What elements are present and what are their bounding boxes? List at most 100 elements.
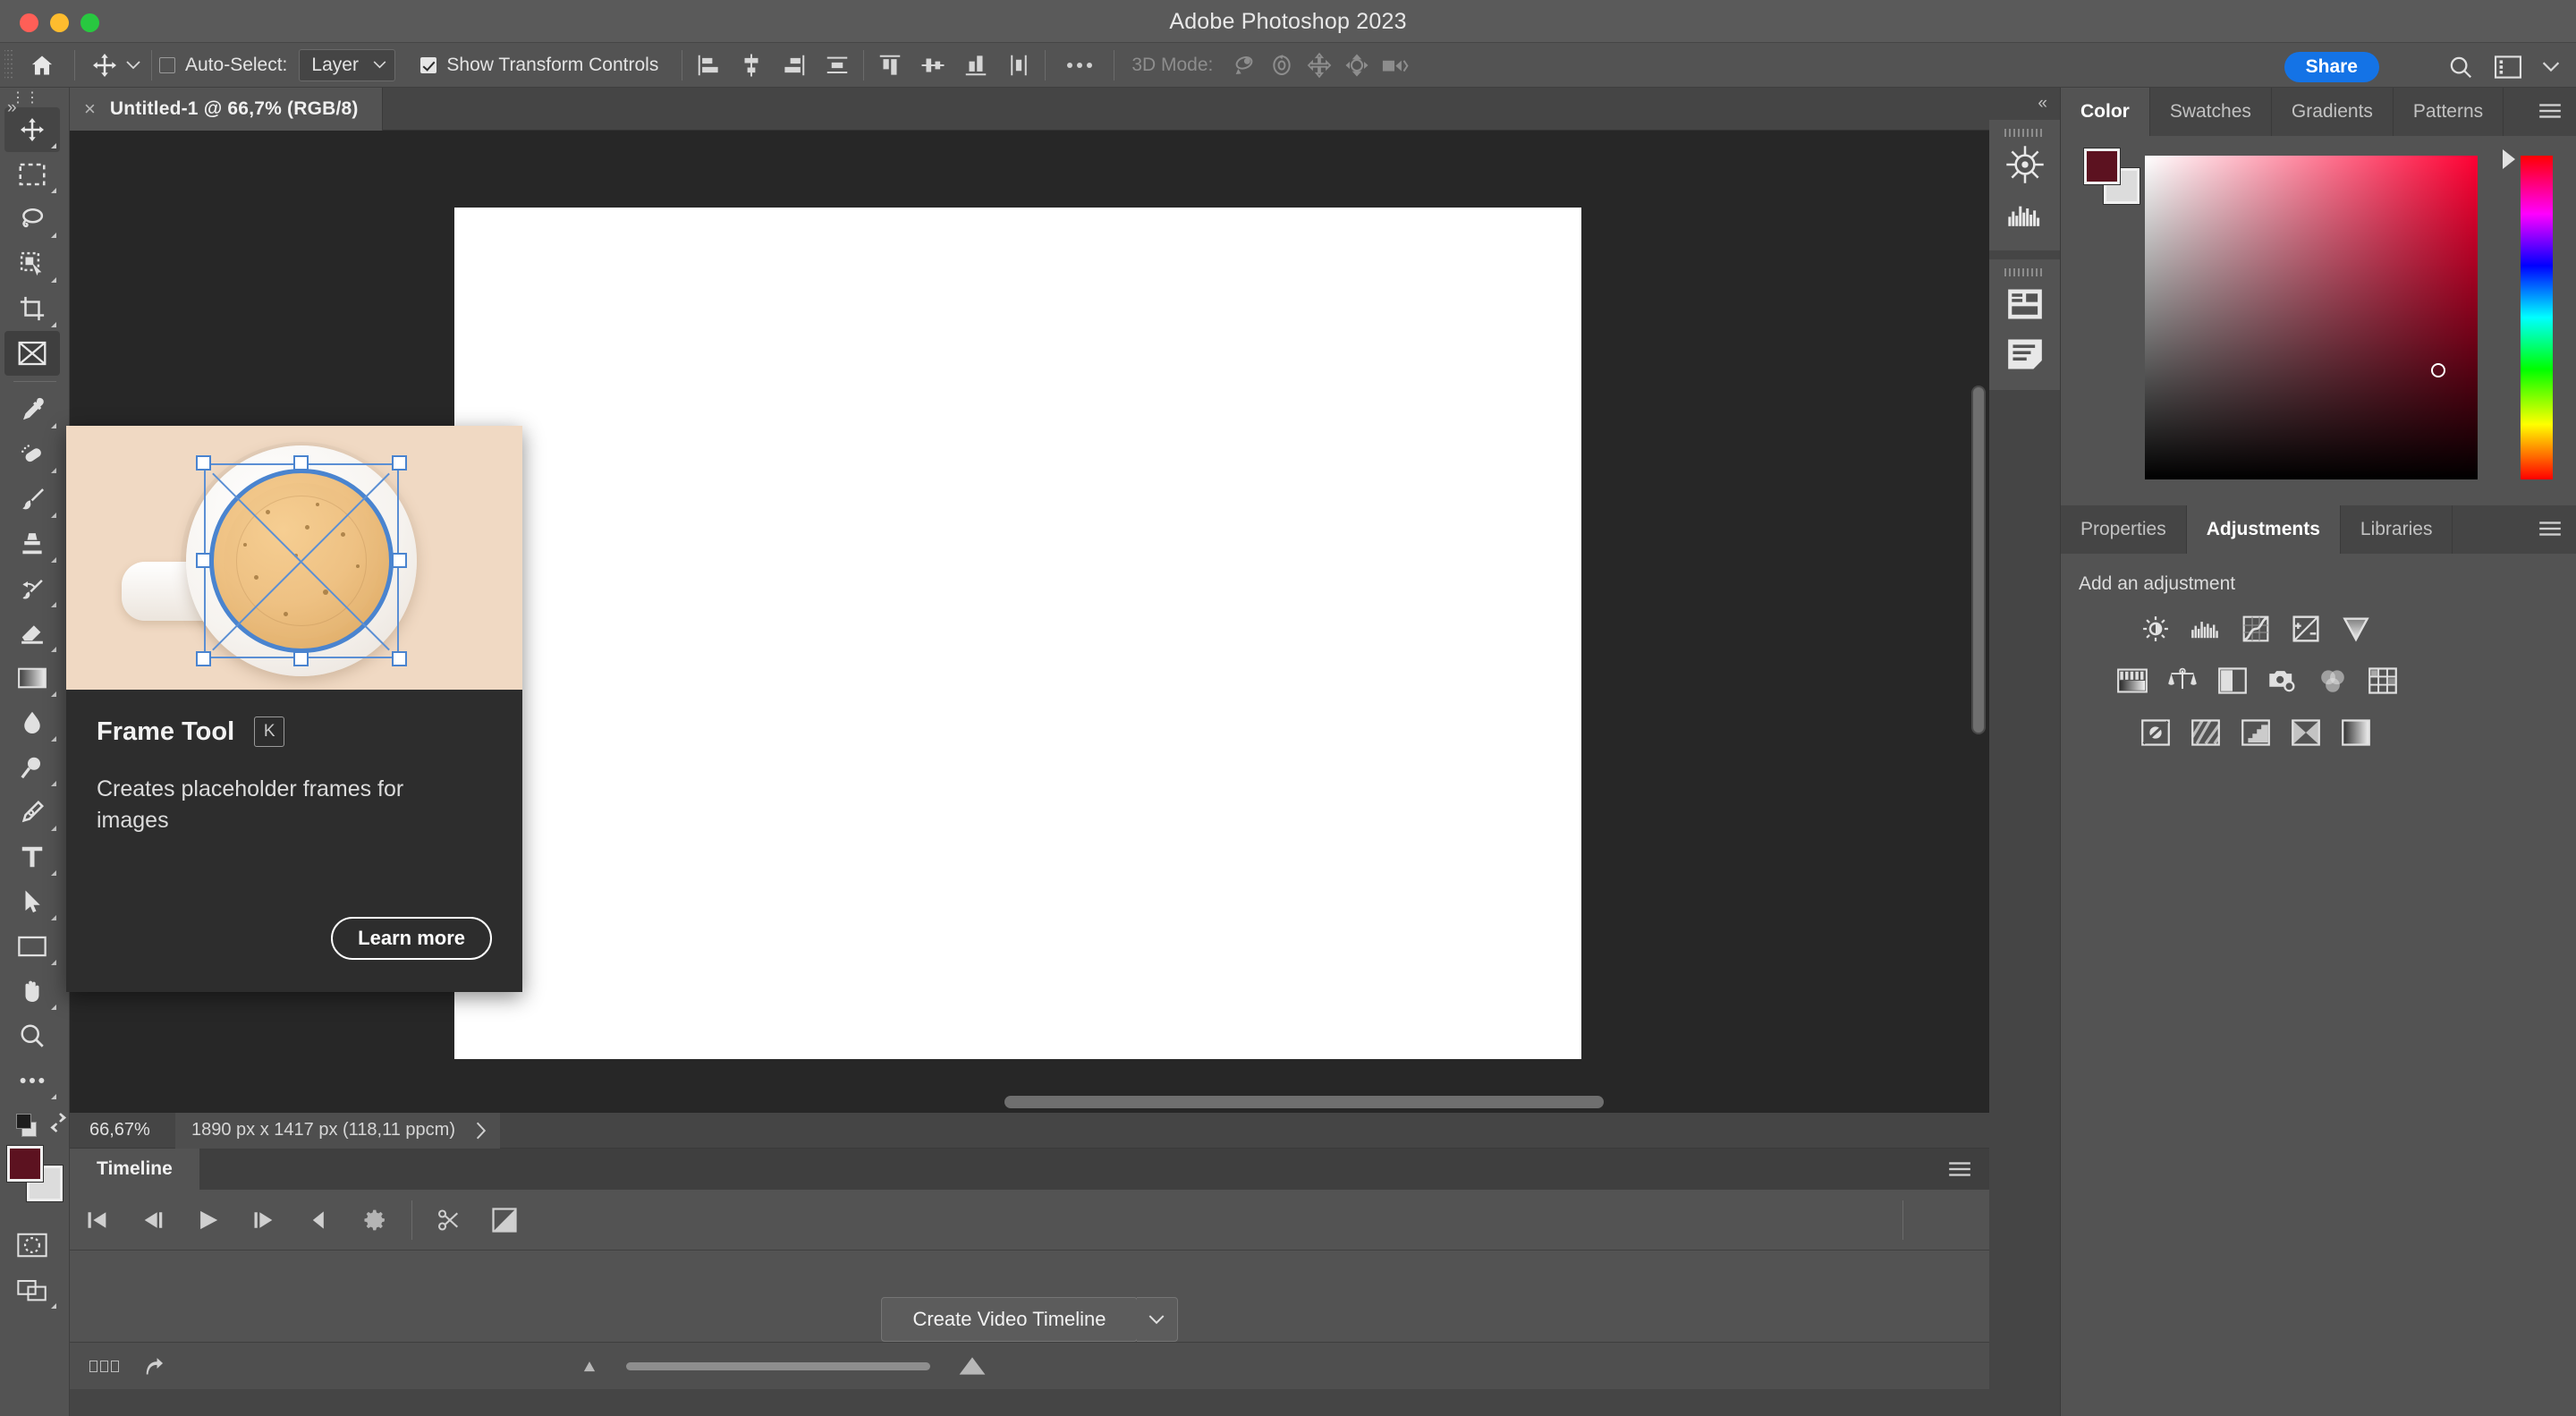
- select-previous-frame-button[interactable]: [125, 1190, 181, 1251]
- color-wheel-button[interactable]: [1989, 140, 2061, 190]
- options-bar-grip[interactable]: [4, 49, 13, 81]
- sidebar-item-object-selection-tool[interactable]: [4, 242, 60, 286]
- home-screen-button[interactable]: [17, 46, 67, 85]
- camera-3d-button[interactable]: [1376, 47, 1413, 84]
- search-icon[interactable]: [2447, 54, 2474, 81]
- show-transform-controls-checkbox[interactable]: [420, 56, 437, 73]
- curves-button[interactable]: [2238, 611, 2274, 647]
- slide-3d-button[interactable]: [1338, 47, 1376, 84]
- sidebar-item-history-brush-tool[interactable]: [4, 566, 60, 611]
- transform-handle[interactable]: [293, 651, 309, 666]
- sidebar-item-clone-stamp-tool[interactable]: [4, 521, 60, 566]
- sidebar-item-blur-tool[interactable]: [4, 700, 60, 745]
- canvas-horizontal-scrollbar[interactable]: [1004, 1096, 1604, 1108]
- sidebar-item-zoom-tool[interactable]: [4, 1013, 60, 1058]
- color-field-picker[interactable]: [2145, 156, 2478, 479]
- collapse-panel-icon[interactable]: »: [7, 98, 17, 118]
- align-horizontal-centers-button[interactable]: [733, 47, 770, 84]
- transform-handle[interactable]: [196, 553, 211, 568]
- color-balance-button[interactable]: [2165, 663, 2200, 699]
- close-icon[interactable]: ×: [84, 99, 96, 119]
- hue-saturation-button[interactable]: [2114, 663, 2150, 699]
- chevron-down-icon[interactable]: [2542, 62, 2560, 72]
- create-timeline-dropdown-button[interactable]: [1136, 1297, 1178, 1342]
- pan-3d-button[interactable]: [1301, 47, 1338, 84]
- render-video-icon[interactable]: [142, 1354, 165, 1378]
- timeline-settings-button[interactable]: [347, 1190, 402, 1251]
- timeline-zoom-slider[interactable]: [626, 1361, 930, 1370]
- tab-swatches[interactable]: Swatches: [2150, 88, 2272, 136]
- zoom-out-small-icon[interactable]: [580, 1358, 599, 1374]
- threshold-button[interactable]: [2238, 715, 2274, 750]
- exposure-button[interactable]: [2288, 611, 2324, 647]
- color-field-cursor[interactable]: [2431, 363, 2445, 377]
- hue-slider[interactable]: [2521, 156, 2553, 479]
- sidebar-item-edit-toolbar[interactable]: [4, 1058, 60, 1103]
- sidebar-item-rectangular-marquee-tool[interactable]: [4, 152, 60, 197]
- auto-select-dropdown[interactable]: Layer: [299, 48, 396, 81]
- tab-adjustments[interactable]: Adjustments: [2186, 505, 2341, 554]
- play-button[interactable]: [181, 1190, 236, 1251]
- foreground-color-swatch[interactable]: [6, 1145, 44, 1183]
- tab-properties[interactable]: Properties: [2061, 505, 2187, 554]
- distribute-vertically-button[interactable]: [1000, 47, 1038, 84]
- sidebar-item-eraser-tool[interactable]: [4, 611, 60, 656]
- channel-mixer-button[interactable]: [2315, 663, 2351, 699]
- sidebar-item-hand-tool[interactable]: [4, 969, 60, 1013]
- sidebar-item-lasso-tool[interactable]: [4, 197, 60, 242]
- align-top-edges-button[interactable]: [871, 47, 909, 84]
- go-to-first-frame-button[interactable]: [70, 1190, 125, 1251]
- audio-button[interactable]: [292, 1190, 347, 1251]
- roll-3d-button[interactable]: [1263, 47, 1301, 84]
- posterize-button[interactable]: [2188, 715, 2224, 750]
- selective-color-button[interactable]: [2288, 715, 2324, 750]
- transform-handle[interactable]: [196, 455, 211, 471]
- select-next-frame-button[interactable]: [236, 1190, 292, 1251]
- tab-timeline[interactable]: Timeline: [70, 1149, 199, 1190]
- document-tab[interactable]: × Untitled-1 @ 66,7% (RGB/8): [70, 88, 383, 131]
- share-button[interactable]: Share: [2284, 52, 2379, 82]
- zoom-in-large-icon[interactable]: [957, 1355, 987, 1377]
- sidebar-item-path-selection-tool[interactable]: [4, 879, 60, 924]
- transform-handle[interactable]: [392, 651, 407, 666]
- sidebar-item-brush-tool[interactable]: [4, 477, 60, 521]
- align-right-edges-button[interactable]: [775, 47, 813, 84]
- color-panel-menu-button[interactable]: [2538, 102, 2562, 120]
- sidebar-item-dodge-tool[interactable]: [4, 745, 60, 790]
- tab-color[interactable]: Color: [2061, 88, 2150, 136]
- sidebar-item-gradient-tool[interactable]: [4, 656, 60, 700]
- align-vertical-centers-button[interactable]: [914, 47, 952, 84]
- panel-foreground-background-color[interactable]: [2083, 148, 2140, 205]
- more-options-button[interactable]: [1053, 62, 1106, 68]
- transform-handle[interactable]: [392, 553, 407, 568]
- collapse-dock-icon[interactable]: «: [1989, 88, 2060, 120]
- sidebar-item-healing-brush-tool[interactable]: [4, 432, 60, 477]
- active-tool-preset[interactable]: [82, 47, 144, 83]
- learn-more-button[interactable]: Learn more: [331, 917, 492, 960]
- create-video-timeline-button[interactable]: Create Video Timeline: [881, 1297, 1138, 1342]
- screen-mode-button[interactable]: [4, 1268, 60, 1312]
- chevron-down-icon[interactable]: [126, 60, 140, 70]
- split-at-playhead-button[interactable]: [421, 1190, 477, 1251]
- auto-select-checkbox[interactable]: [159, 56, 175, 73]
- chevron-right-icon[interactable]: [475, 1122, 487, 1140]
- levels-button[interactable]: [2188, 611, 2224, 647]
- brightness-contrast-button[interactable]: [2138, 611, 2174, 647]
- sidebar-item-rectangle-tool[interactable]: [4, 924, 60, 969]
- canvas-vertical-scrollbar[interactable]: [1971, 386, 1986, 734]
- photo-filter-button[interactable]: [2265, 663, 2301, 699]
- transform-handle[interactable]: [196, 651, 211, 666]
- layer-comps-button[interactable]: [1989, 279, 2061, 329]
- status-document-info[interactable]: 1890 px x 1417 px (118,11 ppcm): [175, 1112, 500, 1149]
- document-canvas[interactable]: [454, 208, 1581, 1059]
- align-bottom-edges-button[interactable]: [957, 47, 995, 84]
- vibrance-button[interactable]: [2338, 611, 2374, 647]
- transition-button[interactable]: [477, 1190, 532, 1251]
- distribute-horizontally-button[interactable]: [818, 47, 856, 84]
- gradient-map-button[interactable]: [2338, 715, 2374, 750]
- transform-handle[interactable]: [293, 455, 309, 471]
- tab-libraries[interactable]: Libraries: [2341, 505, 2453, 554]
- sidebar-item-type-tool[interactable]: [4, 835, 60, 879]
- swap-colors-icon[interactable]: [47, 1111, 69, 1134]
- color-lookup-button[interactable]: [2365, 663, 2401, 699]
